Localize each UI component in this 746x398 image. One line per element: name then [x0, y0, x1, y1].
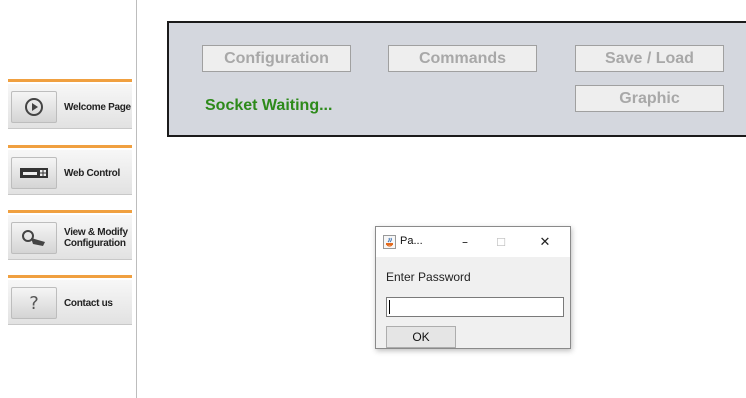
- nav-item-body: View & Modify Configuration: [8, 214, 132, 260]
- dialog-title: Pa...: [400, 235, 423, 247]
- screen: Welcome Page Web Control View & Modify C…: [0, 0, 746, 398]
- question-icon: ?: [11, 287, 57, 319]
- sidebar-item-web-control[interactable]: Web Control: [8, 145, 132, 196]
- socket-status: Socket Waiting...: [205, 97, 333, 114]
- configuration-button[interactable]: Configuration: [202, 45, 351, 72]
- nav-accent-bar: [8, 79, 132, 82]
- password-prompt: Enter Password: [386, 270, 471, 284]
- keyboard-device-icon: [11, 157, 57, 189]
- sidebar-item-contact-us[interactable]: ? Contact us: [8, 275, 132, 326]
- minimize-button[interactable]: –: [450, 227, 480, 257]
- java-icon: [383, 235, 396, 249]
- nav-accent-bar: [8, 275, 132, 278]
- play-circle-icon: [11, 91, 57, 123]
- close-button[interactable]: ✕: [530, 227, 560, 257]
- sidebar-item-label: Welcome Page: [64, 101, 131, 113]
- sidebar-divider: [136, 0, 137, 398]
- nav-accent-bar: [8, 210, 132, 213]
- dialog-titlebar[interactable]: Pa... – ☐ ✕: [376, 227, 570, 257]
- nav-accent-bar: [8, 145, 132, 148]
- sidebar-item-label: View & Modify Configuration: [64, 227, 128, 249]
- maximize-button[interactable]: ☐: [486, 227, 516, 257]
- nav-item-body: Web Control: [8, 149, 132, 195]
- password-field[interactable]: [386, 297, 564, 317]
- password-dialog: Pa... – ☐ ✕ Enter Password OK: [375, 226, 571, 349]
- nav-item-body: Welcome Page: [8, 83, 132, 129]
- nav-item-body: ? Contact us: [8, 279, 132, 325]
- commands-button[interactable]: Commands: [388, 45, 537, 72]
- graphic-button[interactable]: Graphic: [575, 85, 724, 112]
- control-panel: Configuration Commands Save / Load Graph…: [167, 21, 746, 137]
- sidebar-item-label: Contact us: [64, 297, 113, 309]
- sidebar-item-label: Web Control: [64, 167, 120, 179]
- ok-button[interactable]: OK: [386, 326, 456, 348]
- save-load-button[interactable]: Save / Load: [575, 45, 724, 72]
- text-caret: [389, 300, 390, 314]
- sidebar-item-view-modify-configuration[interactable]: View & Modify Configuration: [8, 210, 132, 261]
- hand-pointer-icon: [11, 222, 57, 254]
- sidebar-item-welcome-page[interactable]: Welcome Page: [8, 79, 132, 130]
